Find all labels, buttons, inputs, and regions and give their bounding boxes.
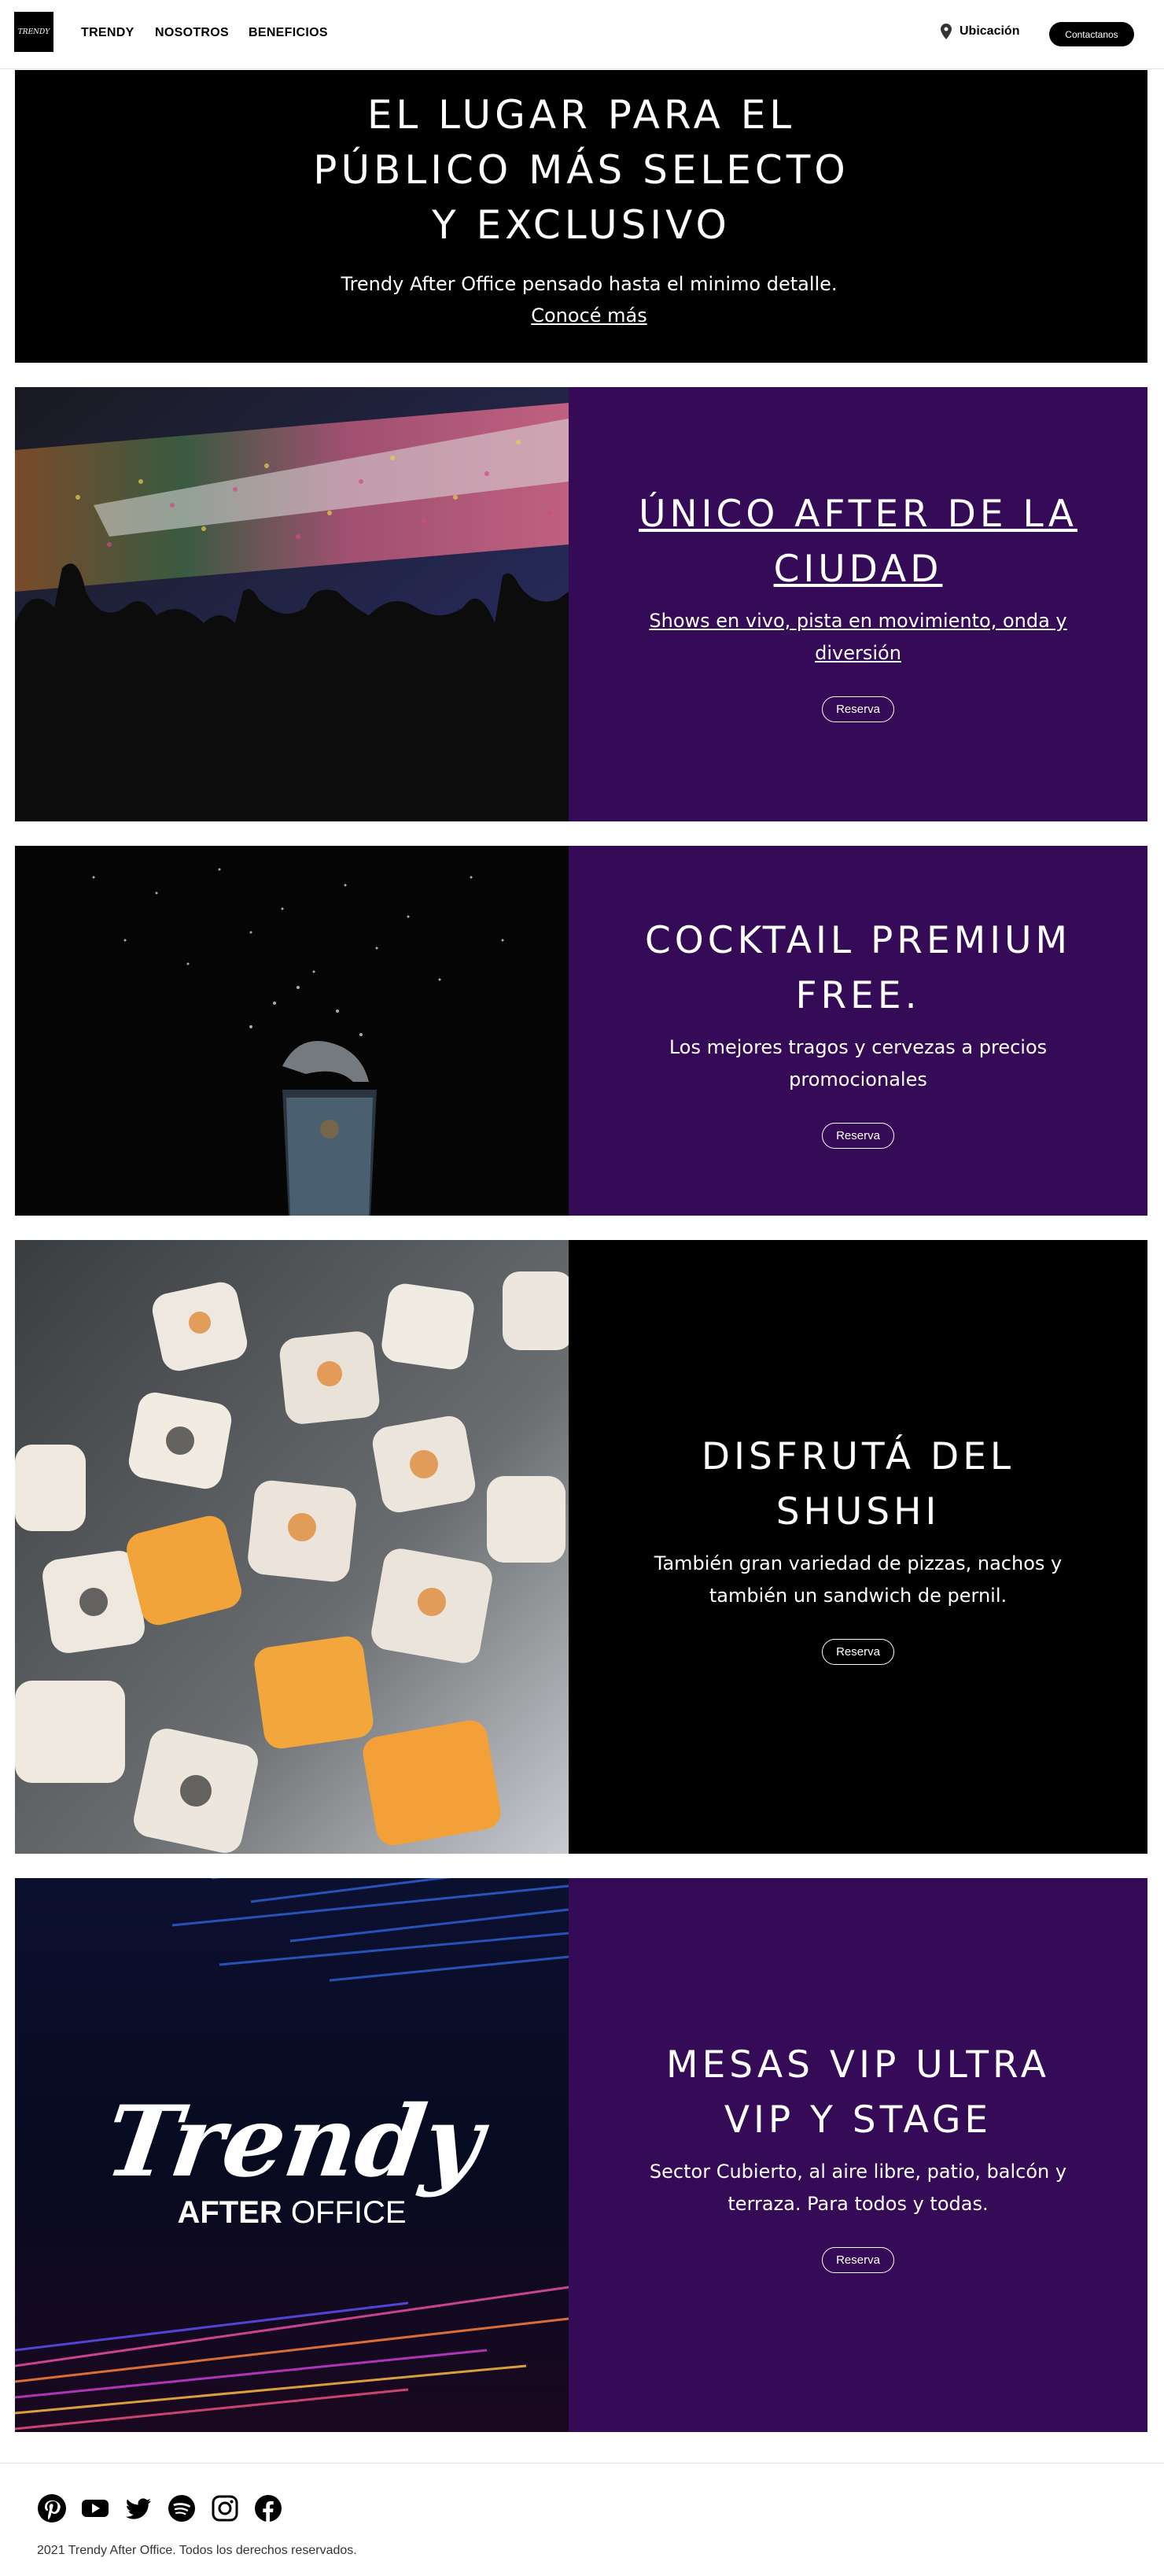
social-links [37,2493,282,2522]
trendy-logo-illustration: Trendy AFTER OFFICE [15,1878,569,2432]
hero-subtitle-text: Trendy After Office pensado hasta el min… [341,273,838,295]
section-after-desc[interactable]: Shows en vivo, pista en movimiento, onda… [638,605,1078,670]
logo-text: TRENDY [17,28,50,36]
hero-subtitle: Trendy After Office pensado hasta el min… [314,268,864,331]
reserva-button[interactable]: Reserva [822,1638,894,1665]
section-cocktail: COCKTAIL PREMIUM FREE. Los mejores trago… [15,846,1147,1216]
sushi-image [15,1240,569,1854]
sushi-illustration [15,1240,569,1854]
location-link[interactable]: Ubicación [941,24,1019,39]
section-sushi-desc: También gran variedad de pizzas, nachos … [654,1552,1063,1607]
section-cocktail-text: COCKTAIL PREMIUM FREE. Los mejores trago… [569,846,1147,1216]
section-vip-desc: Sector Cubierto, al aire libre, patio, b… [649,2160,1067,2215]
concert-crowd-illustration [15,387,569,821]
hero-title-line2: PÚBLICO MÁS SELECTO [313,147,849,193]
learn-more-link[interactable]: Conocé más [531,304,647,327]
spotify-icon[interactable] [167,2493,196,2522]
location-pin-icon [941,24,952,39]
section-vip-text: MESAS VIP ULTRA VIP Y STAGE Sector Cubie… [569,1878,1147,2432]
hero-title: EL LUGAR PARA EL PÚBLICO MÁS SELECTO Y E… [15,87,1147,253]
section-after-text: ÚNICO AFTER DE LA CIUDAD Shows en vivo, … [569,387,1147,821]
location-label: Ubicación [960,24,1020,38]
section-sushi-title: DISFRUTÁ DEL SHUSHI [701,1434,1015,1533]
copyright-text: 2021 Trendy After Office. Todos los dere… [37,2544,357,2557]
logo[interactable]: TRENDY [14,12,53,52]
twitter-icon[interactable] [123,2493,153,2522]
hero-section: EL LUGAR PARA EL PÚBLICO MÁS SELECTO Y E… [15,70,1147,363]
section-after-title[interactable]: ÚNICO AFTER DE LA CIUDAD [638,487,1078,597]
logo-script-text: Trendy [98,2085,495,2199]
cocktail-illustration [15,846,569,1216]
top-nav: TRENDY TRENDY NOSOTROS BENEFICIOS Ubicac… [0,0,1164,69]
reserva-button[interactable]: Reserva [822,2246,894,2273]
hero-title-line3: Y EXCLUSIVO [432,202,731,248]
facebook-icon[interactable] [253,2493,282,2522]
reserva-button[interactable]: Reserva [822,1122,894,1149]
hero-title-line1: EL LUGAR PARA EL [367,92,796,138]
section-vip: Trendy AFTER OFFICE MESAS VIP ULTRA VIP … [15,1878,1147,2432]
pinterest-icon[interactable] [37,2493,66,2522]
reserva-button[interactable]: Reserva [822,696,894,722]
nav-link-nosotros[interactable]: NOSOTROS [155,26,229,40]
cocktail-splash-image [15,846,569,1216]
concert-crowd-image [15,387,569,821]
nav-link-beneficios[interactable]: BENEFICIOS [249,26,328,40]
trendy-logo-image: Trendy AFTER OFFICE [15,1878,569,2432]
contact-button[interactable]: Contactanos [1049,22,1134,46]
section-sushi-text: DISFRUTÁ DEL SHUSHI También gran varieda… [569,1240,1147,1854]
section-after: ÚNICO AFTER DE LA CIUDAD Shows en vivo, … [15,387,1147,821]
youtube-icon[interactable] [80,2493,109,2522]
section-cocktail-title: COCKTAIL PREMIUM FREE. [644,918,1072,1017]
section-vip-title: MESAS VIP ULTRA VIP Y STAGE [666,2043,1050,2142]
section-sushi: DISFRUTÁ DEL SHUSHI También gran varieda… [15,1240,1147,1854]
nav-link-trendy[interactable]: TRENDY [81,26,134,40]
instagram-icon[interactable] [210,2493,239,2522]
section-cocktail-desc: Los mejores tragos y cervezas a precios … [669,1035,1048,1091]
logo-sub-text: AFTER OFFICE [177,2195,406,2230]
